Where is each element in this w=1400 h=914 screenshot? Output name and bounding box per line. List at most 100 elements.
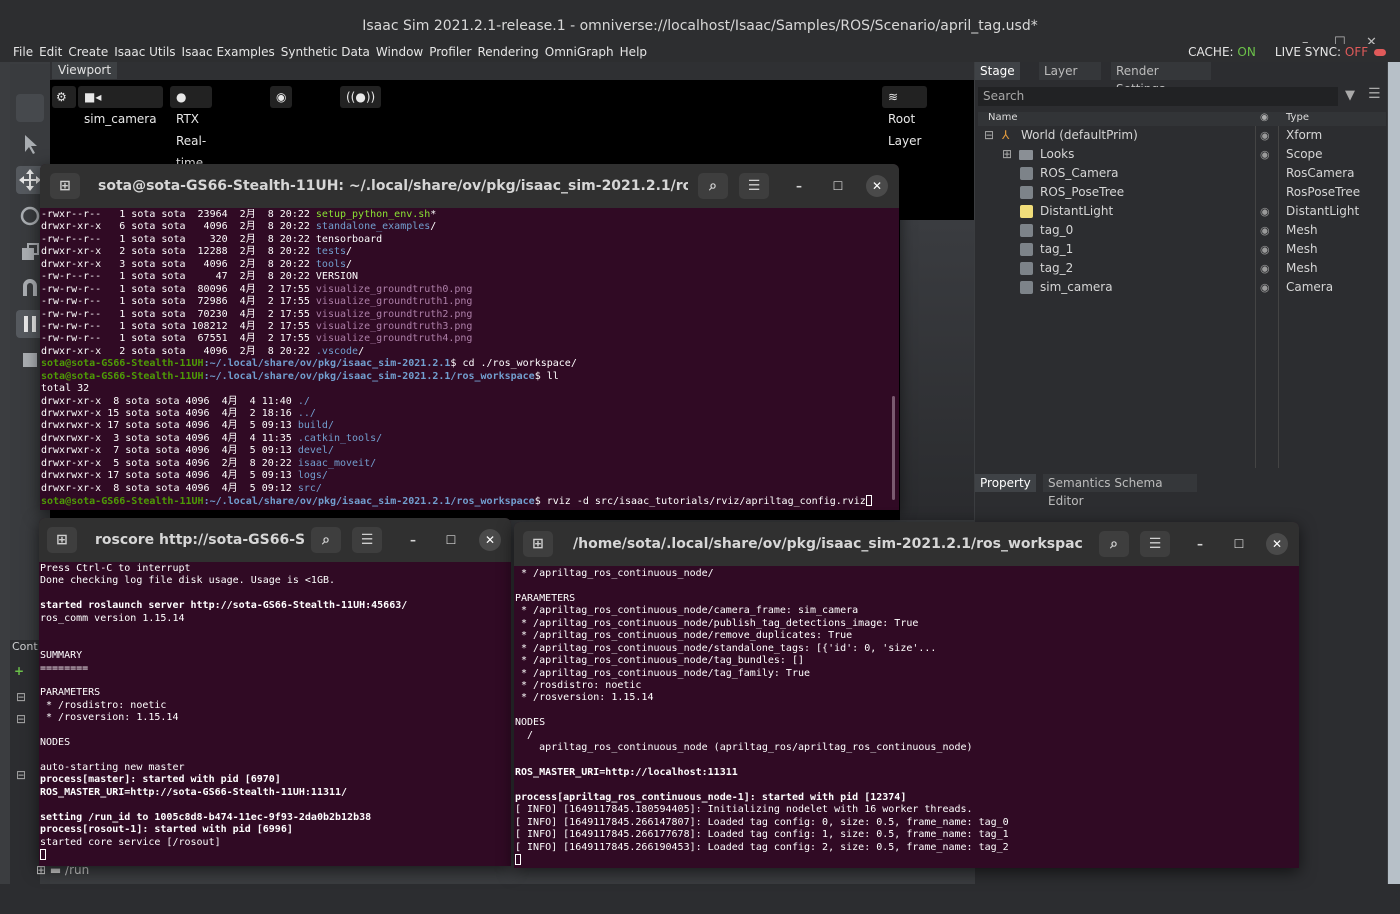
scrollbar[interactable]: [892, 396, 895, 500]
column-type-header[interactable]: Type: [1286, 112, 1309, 123]
root-layer-label[interactable]: ≋ Root Layer: [882, 86, 928, 148]
content-tab[interactable]: Cont: [12, 640, 38, 653]
terminal-output[interactable]: Press Ctrl-C to interrupt Done checking l…: [39, 563, 511, 866]
menu-icon[interactable]: ☰: [1368, 86, 1381, 102]
close-button[interactable]: ✕: [1266, 533, 1288, 555]
collapse-icon[interactable]: ⊟: [16, 768, 26, 782]
menu-item-8[interactable]: Rendering: [474, 44, 541, 61]
terminal-line: NODES: [515, 717, 546, 729]
menu-item-4[interactable]: Isaac Examples: [179, 44, 278, 61]
maximize-button[interactable]: ☐: [1228, 533, 1250, 555]
terminal-cursor-line: [515, 854, 1299, 866]
tab-semantics-schema-editor[interactable]: Semantics Schema Editor: [1043, 474, 1197, 508]
camera-selector[interactable]: ■◂ sim_camera: [78, 86, 163, 126]
render-mode-selector[interactable]: ● RTX Real-time: [170, 86, 213, 170]
search-icon[interactable]: ⌕: [698, 173, 728, 199]
stage-row-ros-camera[interactable]: ROS_Camera RosCamera: [978, 164, 1386, 183]
stage-row-tag2[interactable]: tag_2 ◉ Mesh: [978, 259, 1386, 278]
menu-item-9[interactable]: OmniGraph: [542, 44, 617, 61]
visibility-eye-icon[interactable]: ◉: [1260, 202, 1270, 221]
maximize-button[interactable]: ☐: [440, 529, 462, 551]
file-name: logs/: [297, 470, 328, 482]
new-tab-icon[interactable]: ⊞: [523, 531, 553, 557]
tab-render-settings[interactable]: Render Settings: [1111, 62, 1211, 96]
hamburger-menu-icon[interactable]: ☰: [739, 173, 769, 199]
terminal-window-apriltag[interactable]: ⊞ /home/sota/.local/share/ov/pkg/isaac_s…: [514, 522, 1299, 868]
search-icon[interactable]: ⌕: [1099, 531, 1129, 557]
minimize-button[interactable]: –: [788, 175, 810, 197]
collapse-icon[interactable]: ⊟: [16, 690, 26, 704]
select-mode-icon[interactable]: [16, 94, 44, 122]
stage-row-sim-camera[interactable]: sim_camera ◉ Camera: [978, 278, 1386, 297]
stage-row-world[interactable]: ⊟ ⅄ World (defaultPrim) ◉ Xform: [978, 126, 1386, 145]
terminal-window-roscore[interactable]: ⊞ roscore http://sota-GS66-S... ⌕ ☰ – ☐ …: [39, 518, 511, 866]
visibility-eye-icon[interactable]: ◉: [1260, 126, 1270, 145]
stage-row-ros-posetree[interactable]: ROS_PoseTree RosPoseTree: [978, 183, 1386, 202]
stage-row-tag0[interactable]: tag_0 ◉ Mesh: [978, 221, 1386, 240]
stage-row-looks[interactable]: ⊞ Looks ◉ Scope: [978, 145, 1386, 164]
terminal-line: * /apriltag_ros_continuous_node/remove_d…: [515, 630, 853, 642]
tab-property[interactable]: Property: [975, 474, 1036, 492]
visibility-eye-icon[interactable]: ◉: [270, 86, 293, 108]
terminal-line: -rw-rw-r-- 1 sota sota 108212 4月 2 17:55…: [41, 321, 899, 333]
expand-icon[interactable]: ⊞: [1002, 145, 1012, 164]
stage-row-tag1[interactable]: tag_1 ◉ Mesh: [978, 240, 1386, 259]
tab-stage[interactable]: Stage: [975, 62, 1020, 80]
stage-row-distantlight[interactable]: DistantLight ◉ DistantLight: [978, 202, 1386, 221]
maximize-button[interactable]: ☐: [827, 175, 849, 197]
minimize-button[interactable]: –: [402, 529, 424, 551]
terminal-line: * /apriltag_ros_continuous_node/tag_fami…: [515, 667, 811, 679]
visibility-eye-icon[interactable]: ◉: [1260, 240, 1270, 259]
column-name-header[interactable]: Name: [988, 112, 1018, 123]
command-text: $ cd ./ros_workspace/: [450, 358, 577, 370]
file-name: visualize_groundtruth4.png: [315, 333, 473, 345]
menu-item-7[interactable]: Profiler: [426, 44, 474, 61]
collapse-icon[interactable]: ⊟: [16, 712, 26, 726]
hamburger-menu-icon[interactable]: ☰: [1140, 531, 1170, 557]
select-arrow-icon[interactable]: [16, 130, 44, 158]
visibility-eye-icon[interactable]: ◉: [1260, 221, 1270, 240]
visibility-eye-icon[interactable]: ◉: [1260, 145, 1270, 164]
menu-item-6[interactable]: Window: [373, 44, 426, 61]
close-button[interactable]: ✕: [866, 175, 888, 197]
menu-item-1[interactable]: Edit: [36, 44, 65, 61]
terminal-line: started roslaunch server http://sota-GS6…: [40, 600, 408, 612]
cache-on-badge[interactable]: ON: [1237, 45, 1255, 59]
minimize-button[interactable]: –: [1189, 533, 1211, 555]
broadcast-icon[interactable]: ((●)): [340, 86, 382, 108]
collapse-icon[interactable]: ⊟: [984, 126, 994, 145]
add-icon[interactable]: +: [14, 664, 24, 678]
terminal-output[interactable]: -rwxr--r-- 1 sota sota 23964 2月 8 20:22 …: [40, 209, 899, 510]
menu-item-10[interactable]: Help: [617, 44, 650, 61]
total-line: total 32: [41, 383, 90, 395]
mesh-icon: [1020, 262, 1033, 275]
settings-gear-icon[interactable]: ⚙: [52, 86, 76, 108]
menu-item-3[interactable]: Isaac Utils: [111, 44, 178, 61]
camera-icon: [1020, 281, 1033, 294]
terminal-window-main[interactable]: ⊞ sota@sota-GS66-Stealth-11UH: ~/.local/…: [40, 164, 899, 510]
menu-item-5[interactable]: Synthetic Data: [278, 44, 373, 61]
menu-item-0[interactable]: File: [10, 44, 36, 61]
folder-icon: [1019, 150, 1033, 160]
visibility-column-icon: ◉: [1260, 112, 1269, 123]
visibility-eye-icon[interactable]: ◉: [1260, 259, 1270, 278]
prompt-user: sota@sota-GS66-Stealth-11UH: [41, 496, 204, 508]
terminal-line: [ INFO] [1649117845.180594405]: Initiali…: [515, 804, 973, 816]
new-tab-icon[interactable]: ⊞: [50, 173, 80, 199]
viewport-tab[interactable]: Viewport: [52, 62, 118, 79]
terminal-output[interactable]: * /apriltag_ros_continuous_node/PARAMETE…: [514, 568, 1299, 868]
menu-item-2[interactable]: Create: [65, 44, 111, 61]
close-button[interactable]: ✕: [479, 529, 501, 551]
hamburger-menu-icon[interactable]: ☰: [352, 527, 382, 553]
prompt-line: sota@sota-GS66-Stealth-11UH:~/.local/sha…: [41, 371, 899, 383]
visibility-eye-icon[interactable]: ◉: [1260, 278, 1270, 297]
stage-search-input[interactable]: Search: [978, 87, 1338, 106]
new-tab-icon[interactable]: ⊞: [47, 527, 77, 553]
tab-layer[interactable]: Layer: [1039, 62, 1101, 80]
live-sync-off-badge[interactable]: OFF: [1345, 45, 1368, 59]
filter-icon[interactable]: ▼: [1345, 88, 1355, 103]
terminal-cursor: [40, 849, 46, 861]
search-icon[interactable]: ⌕: [311, 527, 341, 553]
